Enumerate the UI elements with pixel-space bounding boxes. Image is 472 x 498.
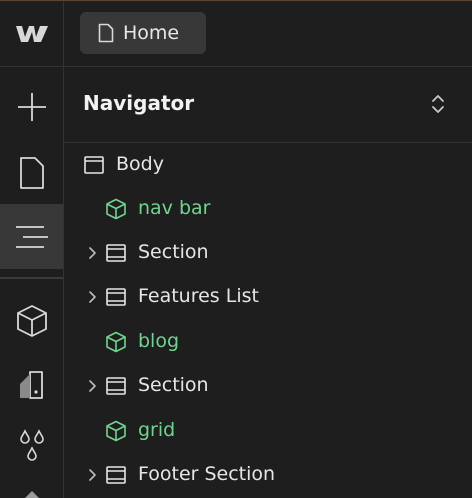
page-icon — [19, 157, 44, 189]
section-icon — [106, 466, 126, 484]
navigator-icon — [15, 225, 48, 248]
component-icon — [106, 420, 126, 442]
plus-icon — [17, 93, 46, 121]
navigator-header: Navigator — [64, 67, 472, 143]
logo-cell[interactable] — [0, 1, 64, 66]
add-elements-button[interactable] — [0, 79, 63, 135]
component-icon — [106, 198, 126, 220]
section-icon — [106, 244, 126, 262]
component-icon — [106, 331, 126, 353]
styles-button[interactable] — [0, 419, 63, 475]
tree-item-footer-section[interactable]: Footer Section — [64, 455, 472, 495]
tree-item-label: Body — [116, 153, 164, 175]
tree-item-label: Features List — [138, 285, 259, 307]
chevron-right-icon[interactable] — [87, 246, 97, 260]
page-switcher-button[interactable]: Home — [80, 12, 206, 54]
webflow-logo-icon — [15, 25, 48, 42]
tree-item-grid[interactable]: grid — [64, 411, 472, 451]
tree-item-body[interactable]: Body — [64, 145, 472, 185]
pages-button[interactable] — [0, 145, 63, 201]
tree-item-features-list[interactable]: Features List — [64, 277, 472, 317]
more-tools-icon — [25, 491, 39, 498]
tree-item-section[interactable]: Section — [64, 233, 472, 273]
tree-item-nav-bar[interactable]: nav bar — [64, 189, 472, 229]
page-switcher-label: Home — [123, 22, 180, 44]
section-icon — [106, 377, 126, 395]
tree-item-label: blog — [138, 330, 180, 352]
top-bar: Home — [0, 1, 472, 67]
tree-item-label: Section — [138, 241, 209, 263]
navigator-title: Navigator — [83, 91, 195, 115]
drops-icon — [19, 429, 44, 461]
left-toolbar — [0, 67, 64, 498]
expand-collapse-icon[interactable] — [430, 93, 446, 115]
tree-item-blog[interactable]: blog — [64, 322, 472, 362]
tree-item-label: grid — [138, 419, 176, 441]
designer-app: Home Navigator Body nav bar Section Feat… — [0, 0, 472, 498]
navigator-tree: Body nav bar Section Features List blog … — [64, 143, 472, 498]
components-button[interactable] — [0, 293, 63, 349]
tree-item-label: Section — [138, 374, 209, 396]
chevron-right-icon[interactable] — [87, 468, 97, 482]
assets-icon — [19, 371, 43, 399]
tree-item-label: nav bar — [138, 197, 211, 219]
tree-item-label: Footer Section — [138, 463, 276, 485]
tree-item-section[interactable]: Section — [64, 366, 472, 406]
chevron-right-icon[interactable] — [87, 290, 97, 304]
navigator-button[interactable] — [0, 204, 63, 269]
assets-button[interactable] — [0, 357, 63, 413]
section-icon — [106, 288, 126, 306]
body-icon — [84, 156, 104, 174]
components-icon — [16, 305, 47, 337]
chevron-right-icon[interactable] — [87, 379, 97, 393]
rail-divider — [0, 277, 63, 279]
page-icon — [98, 23, 114, 43]
